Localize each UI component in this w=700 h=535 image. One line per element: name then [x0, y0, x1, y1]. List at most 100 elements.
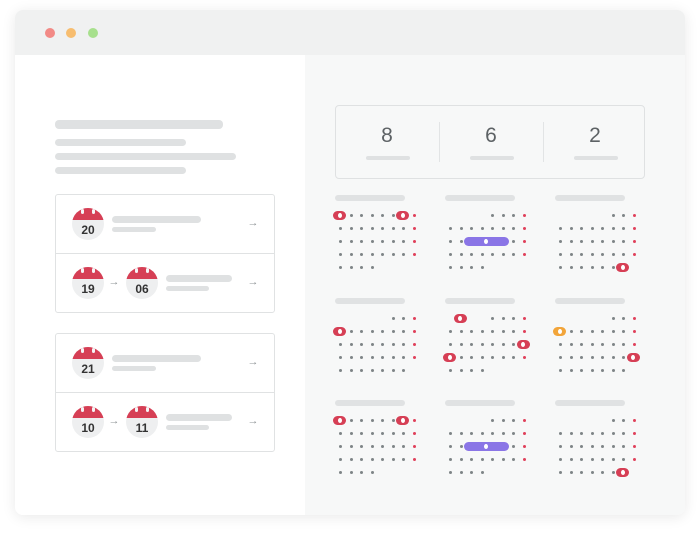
calendar-day[interactable] [580, 369, 583, 372]
calendar-day[interactable] [449, 458, 452, 461]
calendar-day[interactable] [632, 227, 636, 230]
calendar-day[interactable] [512, 227, 515, 230]
calendar-day[interactable] [611, 266, 615, 269]
calendar-day[interactable] [349, 253, 353, 256]
calendar-day[interactable] [349, 471, 353, 474]
calendar-day[interactable] [622, 369, 625, 372]
calendar-day[interactable] [559, 369, 562, 372]
booked-day[interactable] [333, 327, 346, 336]
calendar-day[interactable] [339, 227, 342, 230]
calendar-day[interactable] [391, 214, 395, 217]
calendar-day[interactable] [512, 432, 515, 435]
calendar-day[interactable] [449, 369, 452, 372]
calendar-day[interactable] [412, 356, 416, 359]
calendar-day[interactable] [522, 356, 526, 359]
calendar-day[interactable] [622, 227, 625, 230]
calendar-day[interactable] [491, 419, 494, 422]
calendar-day[interactable] [522, 227, 526, 230]
calendar-day[interactable] [391, 419, 395, 422]
calendar-day[interactable] [501, 214, 505, 217]
calendar-day[interactable] [559, 458, 562, 461]
calendar-day[interactable] [449, 343, 452, 346]
calendar-day[interactable] [501, 227, 505, 230]
calendar-day[interactable] [491, 330, 494, 333]
calendar-day[interactable] [622, 240, 625, 243]
calendar-day[interactable] [360, 458, 363, 461]
calendar-day[interactable] [590, 356, 594, 359]
close-button[interactable] [45, 28, 55, 38]
calendar-day[interactable] [412, 432, 416, 435]
calendar-day[interactable] [580, 445, 583, 448]
calendar-day[interactable] [590, 330, 594, 333]
calendar-day[interactable] [349, 419, 353, 422]
calendar-day[interactable] [632, 419, 636, 422]
calendar-day[interactable] [512, 214, 515, 217]
calendar-day[interactable] [360, 266, 363, 269]
calendar-day[interactable] [580, 266, 583, 269]
calendar-day[interactable] [412, 317, 416, 320]
calendar-day[interactable] [402, 227, 405, 230]
booked-day[interactable] [626, 353, 640, 362]
calendar-day[interactable] [632, 317, 636, 320]
calendar-day[interactable] [559, 432, 562, 435]
calendar-day[interactable] [590, 227, 594, 230]
calendar-day[interactable] [370, 330, 374, 333]
calendar-day[interactable] [470, 369, 473, 372]
calendar-day[interactable] [522, 419, 526, 422]
calendar-day[interactable] [522, 445, 526, 448]
calendar-day[interactable] [632, 330, 636, 333]
calendar-day[interactable] [370, 369, 374, 372]
calendar-day[interactable] [480, 369, 484, 372]
calendar-day[interactable] [601, 458, 604, 461]
calendar-day[interactable] [522, 330, 526, 333]
calendar-day[interactable] [349, 343, 353, 346]
calendar-day[interactable] [349, 330, 353, 333]
calendar-day[interactable] [459, 471, 463, 474]
calendar-day[interactable] [459, 445, 463, 448]
calendar-day[interactable] [449, 253, 452, 256]
calendar-day[interactable] [349, 356, 353, 359]
calendar-day[interactable] [381, 253, 384, 256]
calendar-day[interactable] [590, 240, 594, 243]
calendar-day[interactable] [601, 369, 604, 372]
calendar-day[interactable] [601, 240, 604, 243]
calendar-day[interactable] [512, 419, 515, 422]
booked-day[interactable] [443, 353, 456, 362]
calendar-day[interactable] [449, 445, 452, 448]
calendar-day[interactable] [622, 432, 625, 435]
calendar-day[interactable] [480, 343, 484, 346]
calendar-day[interactable] [611, 432, 615, 435]
calendar-day[interactable] [470, 253, 473, 256]
calendar-day[interactable] [459, 330, 463, 333]
calendar-day[interactable] [360, 227, 363, 230]
calendar-day[interactable] [611, 445, 615, 448]
calendar-day[interactable] [569, 445, 573, 448]
calendar-day[interactable] [349, 432, 353, 435]
calendar-day[interactable] [632, 240, 636, 243]
calendar-day[interactable] [601, 227, 604, 230]
calendar-day[interactable] [360, 253, 363, 256]
calendar-day[interactable] [601, 432, 604, 435]
calendar-day[interactable] [491, 253, 494, 256]
calendar-day[interactable] [622, 343, 625, 346]
calendar-day[interactable] [349, 458, 353, 461]
calendar-day[interactable] [412, 343, 416, 346]
calendar-day[interactable] [611, 317, 615, 320]
calendar-day[interactable] [512, 240, 515, 243]
calendar-day[interactable] [569, 458, 573, 461]
calendar-day[interactable] [601, 471, 604, 474]
calendar-day[interactable] [632, 214, 636, 217]
calendar-day[interactable] [381, 240, 384, 243]
calendar-day[interactable] [349, 369, 353, 372]
calendar-day[interactable] [480, 266, 484, 269]
calendar-day[interactable] [491, 458, 494, 461]
calendar-day[interactable] [501, 343, 505, 346]
calendar-day[interactable] [381, 330, 384, 333]
calendar-day[interactable] [501, 330, 505, 333]
calendar-day[interactable] [391, 227, 395, 230]
calendar-day[interactable] [349, 240, 353, 243]
calendar-day[interactable] [590, 471, 594, 474]
calendar-day[interactable] [611, 343, 615, 346]
calendar-day[interactable] [402, 253, 405, 256]
calendar-day[interactable] [632, 343, 636, 346]
